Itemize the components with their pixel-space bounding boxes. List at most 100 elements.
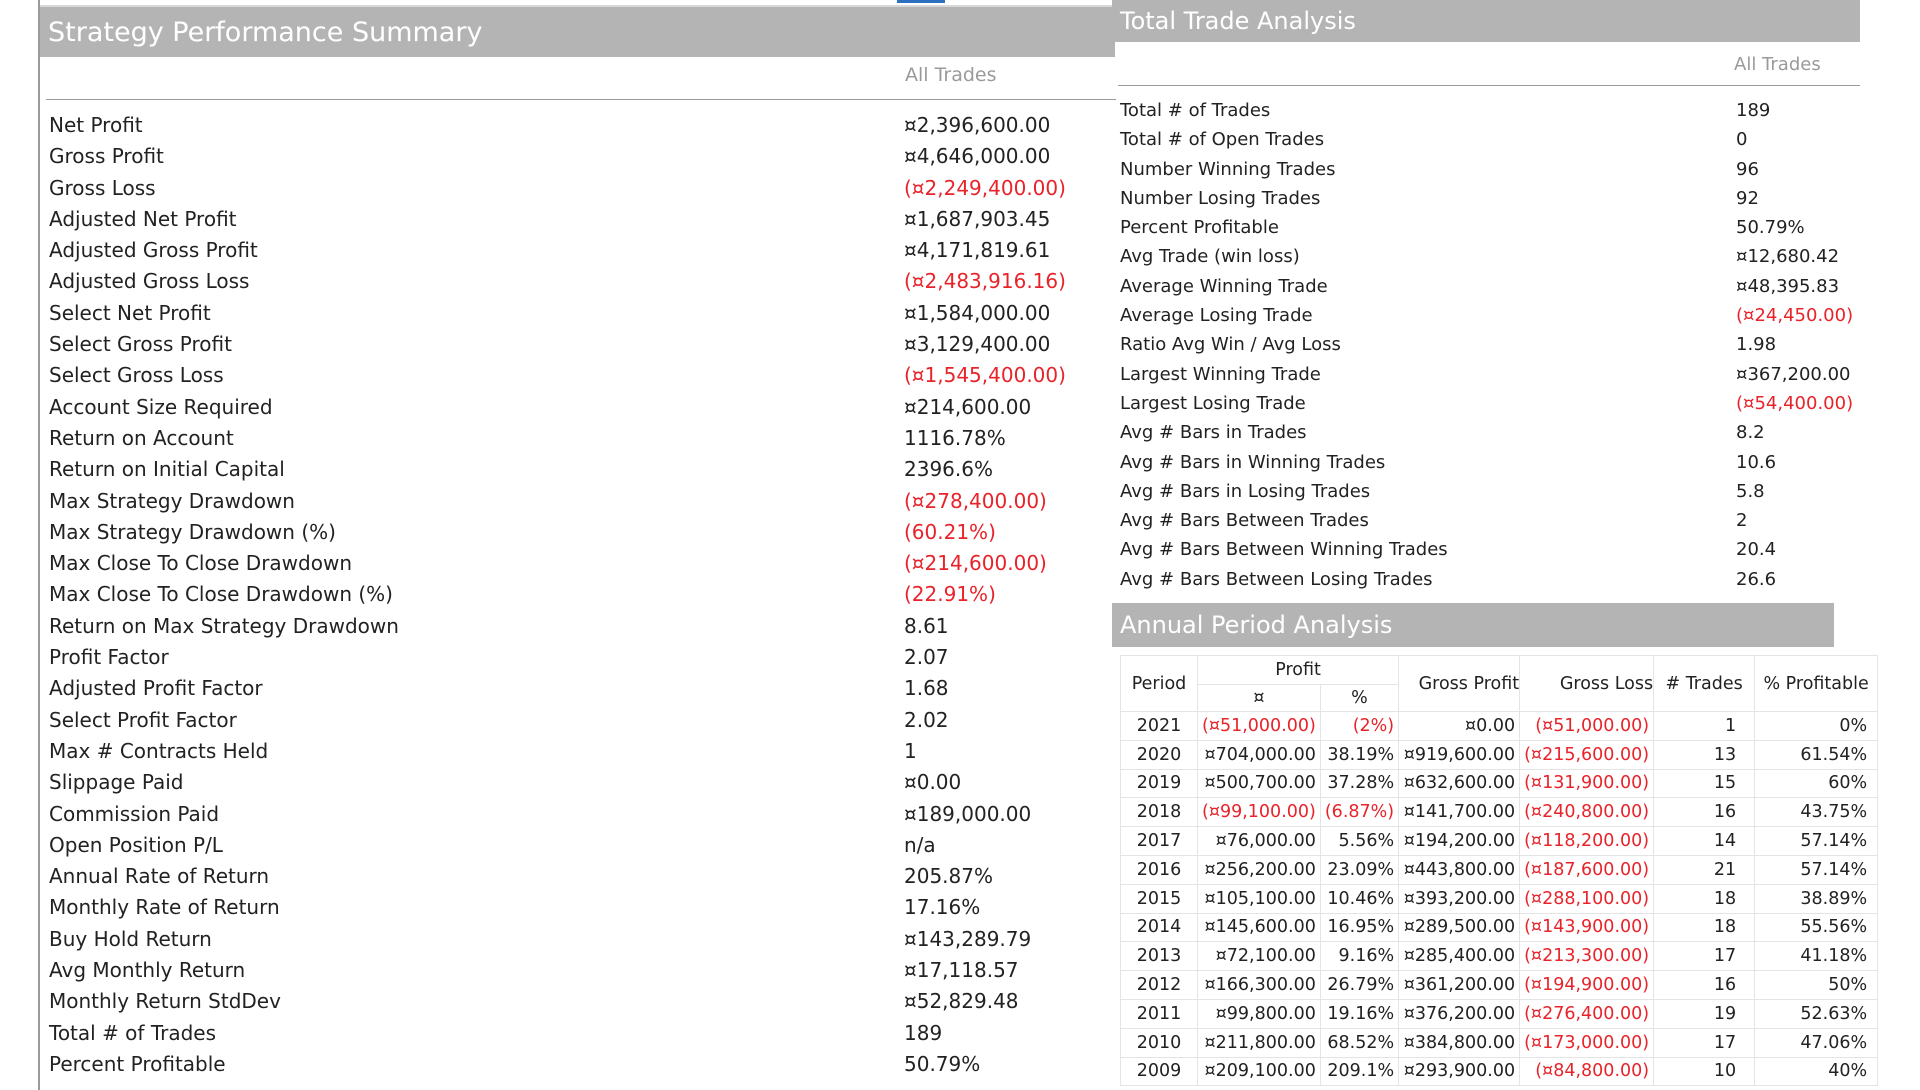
strategy-summary-table: Net Profit ¤2,396,600.00 Gross Profit ¤4,64…	[49, 110, 1109, 1080]
annual-row[interactable]: 2020 ¤704,000.00 38.19% ¤919,600.00 (¤215,60…	[1120, 739, 1879, 770]
trade-analysis-row[interactable]: Avg # Bars Between Winning Trades 20.4	[1120, 535, 1860, 564]
summary-row[interactable]: Max Strategy Drawdown (¤278,400.00)	[49, 486, 1109, 517]
summary-row[interactable]: Account Size Required ¤214,600.00	[49, 392, 1109, 423]
summary-row[interactable]: Select Profit Factor 2.02	[49, 705, 1109, 736]
summary-row-value: ¤2,396,600.00	[904, 113, 1051, 137]
annual-row[interactable]: 2021 (¤51,000.00) (2%) ¤0.00 (¤51,000.00) 1 0%	[1120, 711, 1879, 741]
summary-row-label: Select Gross Profit	[49, 332, 232, 357]
annual-row[interactable]: 2019 ¤500,700.00 37.28% ¤632,600.00 (¤131,90…	[1120, 768, 1879, 799]
trade-analysis-row-value: ¤48,395.83	[1736, 275, 1840, 297]
annual-trades-cell: 19	[1653, 998, 1756, 1029]
summary-row[interactable]: Max Strategy Drawdown (%) (60.21%)	[49, 517, 1109, 548]
trade-analysis-row[interactable]: Total # of Open Trades 0	[1120, 125, 1860, 154]
col-gross-loss[interactable]: Gross Loss	[1519, 655, 1655, 712]
summary-row[interactable]: Monthly Rate of Return 17.16%	[49, 892, 1109, 923]
summary-row-value: 2396.6%	[904, 457, 993, 482]
annual-row[interactable]: 2011 ¤99,800.00 19.16% ¤376,200.00 (¤276,400…	[1120, 998, 1879, 1029]
col-pct-profitable[interactable]: % Profitable	[1754, 655, 1879, 712]
annual-period-cell: 2016	[1120, 854, 1198, 885]
summary-row-value: ¤189,000.00	[904, 801, 1032, 826]
summary-row[interactable]: Gross Loss (¤2,249,400.00)	[49, 173, 1109, 204]
summary-row-label: Commission Paid	[49, 801, 220, 826]
trade-analysis-row[interactable]: Avg # Bars Between Losing Trades 26.6	[1120, 565, 1860, 594]
col-trades[interactable]: # Trades	[1653, 655, 1756, 712]
annual-row[interactable]: 2009 ¤209,100.00 209.1% ¤293,900.00 (¤84,800…	[1120, 1056, 1879, 1087]
summary-row[interactable]: Open Position P/L n/a	[49, 830, 1109, 861]
annual-profit-pct-cell: 9.16%	[1319, 941, 1400, 972]
summary-row[interactable]: Commission Paid ¤189,000.00	[49, 799, 1109, 830]
summary-row-label: Monthly Return StdDev	[49, 989, 281, 1014]
trade-analysis-row[interactable]: Avg # Bars Between Trades 2	[1120, 506, 1860, 535]
summary-row[interactable]: Net Profit ¤2,396,600.00	[49, 110, 1109, 141]
summary-row[interactable]: Avg Monthly Return ¤17,118.57	[49, 955, 1109, 986]
summary-row-value: (¤2,249,400.00)	[904, 175, 1066, 200]
trade-analysis-row-label: Number Losing Trades	[1120, 187, 1321, 209]
annual-row[interactable]: 2010 ¤211,800.00 68.52% ¤384,800.00 (¤173,00…	[1120, 1027, 1879, 1058]
summary-row[interactable]: Return on Initial Capital 2396.6%	[49, 454, 1109, 485]
annual-profit-pct-cell: 19.16%	[1319, 998, 1400, 1029]
trade-analysis-row[interactable]: Largest Winning Trade ¤367,200.00	[1120, 360, 1860, 389]
summary-row[interactable]: Select Gross Loss (¤1,545,400.00)	[49, 360, 1109, 391]
summary-row[interactable]: Annual Rate of Return 205.87%	[49, 861, 1109, 892]
summary-row-value: (¤278,400.00)	[904, 488, 1047, 513]
summary-row-label: Open Position P/L	[49, 832, 223, 857]
summary-row[interactable]: Profit Factor 2.07	[49, 642, 1109, 673]
summary-row-value: (¤2,483,916.16)	[904, 269, 1066, 294]
summary-row[interactable]: Total # of Trades 189	[49, 1018, 1109, 1049]
summary-row-label: Adjusted Gross Loss	[49, 269, 250, 294]
summary-row[interactable]: Max Close To Close Drawdown (%) (22.91%)	[49, 579, 1109, 610]
annual-row[interactable]: 2018 (¤99,100.00) (6.87%) ¤141,700.00 (¤240,…	[1120, 797, 1879, 828]
annual-row[interactable]: 2015 ¤105,100.00 10.46% ¤393,200.00 (¤288,10…	[1120, 883, 1879, 914]
trade-analysis-row[interactable]: Ratio Avg Win / Avg Loss 1.98	[1120, 330, 1860, 359]
trade-analysis-row[interactable]: Avg Trade (win loss) ¤12,680.42	[1120, 242, 1860, 271]
col-profit[interactable]: Profit	[1196, 655, 1400, 685]
trade-analysis-row[interactable]: Avg # Bars in Trades 8.2	[1120, 418, 1860, 447]
summary-row[interactable]: Adjusted Gross Loss (¤2,483,916.16)	[49, 266, 1109, 297]
annual-period-cell: 2009	[1120, 1056, 1198, 1087]
summary-row[interactable]: Select Gross Profit ¤3,129,400.00	[49, 329, 1109, 360]
trade-analysis-row[interactable]: Avg # Bars in Winning Trades 10.6	[1120, 448, 1860, 477]
summary-row[interactable]: Adjusted Net Profit ¤1,687,903.45	[49, 204, 1109, 235]
annual-row[interactable]: 2017 ¤76,000.00 5.56% ¤194,200.00 (¤118,200.…	[1120, 826, 1879, 856]
summary-row[interactable]: Adjusted Gross Profit ¤4,171,819.61	[49, 235, 1109, 266]
summary-row-label: Adjusted Net Profit	[49, 206, 237, 231]
trade-analysis-row-value: 8.2	[1736, 422, 1765, 444]
annual-row[interactable]: 2016 ¤256,200.00 23.09% ¤443,800.00 (¤187,60…	[1120, 854, 1879, 885]
annual-row[interactable]: 2012 ¤166,300.00 26.79% ¤361,200.00 (¤194,90…	[1120, 970, 1879, 1000]
trade-analysis-row[interactable]: Number Losing Trades 92	[1120, 184, 1860, 213]
annual-gross-profit-cell: ¤443,800.00	[1398, 854, 1521, 885]
trade-analysis-row[interactable]: Number Winning Trades 96	[1120, 155, 1860, 184]
summary-row[interactable]: Select Net Profit ¤1,584,000.00	[49, 298, 1109, 329]
summary-row[interactable]: Monthly Return StdDev ¤52,829.48	[49, 986, 1109, 1017]
trade-analysis-row[interactable]: Largest Losing Trade (¤54,400.00)	[1120, 389, 1860, 418]
summary-row[interactable]: Max Close To Close Drawdown (¤214,600.00)	[49, 548, 1109, 579]
trade-analysis-row[interactable]: Total # of Trades 189	[1120, 96, 1860, 125]
annual-trades-cell: 21	[1653, 854, 1756, 885]
summary-row[interactable]: Slippage Paid ¤0.00	[49, 767, 1109, 798]
summary-row[interactable]: Max # Contracts Held 1	[49, 736, 1109, 767]
summary-row[interactable]: Adjusted Profit Factor 1.68	[49, 673, 1109, 704]
summary-row[interactable]: Percent Profitable 50.79%	[49, 1049, 1109, 1080]
summary-row[interactable]: Gross Profit ¤4,646,000.00	[49, 141, 1109, 172]
col-profit-currency[interactable]: ¤	[1197, 684, 1321, 712]
trade-analysis-row[interactable]: Avg # Bars in Losing Trades 5.8	[1120, 477, 1860, 506]
col-profit-pct[interactable]: %	[1319, 684, 1400, 712]
annual-period-cell: 2021	[1120, 711, 1198, 741]
summary-row[interactable]: Return on Account 1116.78%	[49, 423, 1109, 454]
trade-analysis-row-label: Average Losing Trade	[1120, 305, 1313, 327]
trade-analysis-row[interactable]: Average Losing Trade (¤24,450.00)	[1120, 301, 1860, 330]
annual-period-cell: 2018	[1120, 797, 1198, 828]
trade-analysis-row-value: 26.6	[1736, 568, 1777, 590]
left-panel-border	[38, 0, 40, 1090]
summary-row[interactable]: Buy Hold Return ¤143,289.79	[49, 924, 1109, 955]
annual-row[interactable]: 2013 ¤72,100.00 9.16% ¤285,400.00 (¤213,300.…	[1120, 941, 1879, 972]
annual-gross-profit-cell: ¤0.00	[1398, 711, 1521, 741]
col-gross-profit[interactable]: Gross Profit	[1398, 655, 1521, 712]
trade-analysis-row[interactable]: Average Winning Trade ¤48,395.83	[1120, 272, 1860, 301]
summary-row[interactable]: Return on Max Strategy Drawdown 8.61	[49, 611, 1109, 642]
annual-trades-cell: 17	[1653, 941, 1756, 972]
summary-row-label: Return on Account	[49, 425, 234, 450]
annual-row[interactable]: 2014 ¤145,600.00 16.95% ¤289,500.00 (¤143,90…	[1120, 912, 1879, 943]
trade-analysis-row[interactable]: Percent Profitable 50.79%	[1120, 213, 1860, 242]
col-period[interactable]: Period	[1120, 655, 1198, 712]
